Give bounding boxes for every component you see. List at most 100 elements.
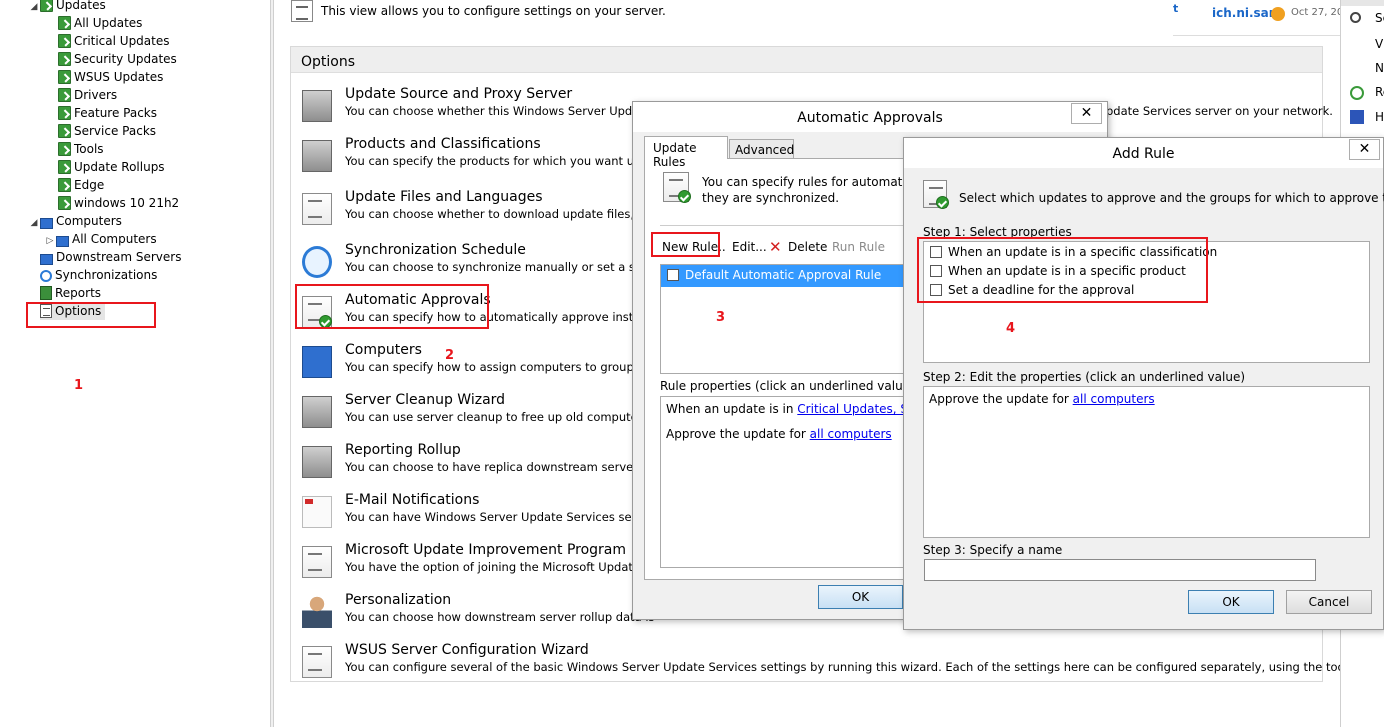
cancel-button[interactable]: Cancel [1286, 590, 1372, 614]
option-description: You can specify how to assign computers … [345, 360, 644, 374]
sync-icon [40, 270, 52, 282]
highlight-new-rule [651, 232, 720, 257]
check-icon [678, 190, 691, 203]
option-title[interactable]: Personalization [345, 592, 451, 608]
option-title[interactable]: Update Source and Proxy Server [345, 86, 572, 102]
rule-name-input[interactable] [924, 559, 1316, 581]
highlight-automatic-approvals [295, 284, 489, 329]
annotation-3: 3 [716, 310, 726, 325]
search-icon [1350, 12, 1361, 23]
tree-item-updates[interactable]: ◢ Updates [28, 0, 106, 14]
tree-item-synchronizations[interactable]: Synchronizations [40, 266, 157, 284]
dialog-title: Add Rule [904, 138, 1383, 168]
tree-item-downstream-servers[interactable]: Downstream Servers [40, 248, 181, 266]
option-title[interactable]: Update Files and Languages [345, 189, 543, 205]
sync-schedule-icon [302, 246, 332, 278]
tree-item-all-updates[interactable]: All Updates [58, 14, 142, 32]
option-description: You can choose how downstream server rol… [345, 610, 655, 624]
add-rule-dialog: Add Rule ✕ Select which updates to appro… [903, 137, 1384, 630]
annotation-1: 1 [74, 378, 84, 393]
close-icon[interactable]: ✕ [1349, 139, 1380, 160]
tree-item-edge[interactable]: Edge [58, 176, 104, 194]
computers-icon [40, 218, 53, 229]
email-icon [302, 496, 332, 528]
tree-item-service-packs[interactable]: Service Packs [58, 122, 156, 140]
navigation-tree: ◢ Updates All Updates Critical Updates Se… [0, 0, 270, 727]
option-description-tail: pdate Services server on your network. [1106, 104, 1333, 118]
snippet-username[interactable]: ich.ni.san [1212, 6, 1277, 20]
update-icon [58, 196, 71, 210]
option-title[interactable]: Synchronization Schedule [345, 242, 526, 258]
verified-badge-icon [1271, 7, 1285, 21]
close-icon[interactable]: ✕ [1071, 103, 1102, 124]
improvement-program-icon [302, 546, 332, 578]
cleanup-icon [302, 396, 332, 428]
delete-icon: ✕ [769, 238, 782, 256]
collapse-icon[interactable]: ◢ [28, 0, 40, 16]
annotation-4: 4 [1006, 321, 1016, 336]
option-title[interactable]: Microsoft Update Improvement Program [345, 542, 626, 558]
actions-header [1341, 0, 1384, 6]
delete-button[interactable]: Delete [788, 240, 827, 254]
update-icon [58, 88, 71, 102]
update-icon [58, 52, 71, 66]
snippet-fragment: t [1173, 2, 1179, 15]
wizard-icon [302, 646, 332, 678]
rule-property-line-2: Approve the update for all computers [666, 427, 892, 441]
add-rule-intro: Select which updates to approve and the … [959, 191, 1384, 205]
tree-item-drivers[interactable]: Drivers [58, 86, 117, 104]
option-title[interactable]: E-Mail Notifications [345, 492, 479, 508]
tree-item-update-rollups[interactable]: Update Rollups [58, 158, 165, 176]
edit-button[interactable]: Edit... [732, 240, 767, 254]
tree-item-feature-packs[interactable]: Feature Packs [58, 104, 157, 122]
option-title[interactable]: Reporting Rollup [345, 442, 461, 458]
tree-item-windows10[interactable]: windows 10 21h2 [58, 194, 179, 212]
option-title[interactable]: WSUS Server Configuration Wizard [345, 642, 589, 658]
action-new-window[interactable]: N [1375, 61, 1384, 75]
computers-link[interactable]: all computers [810, 427, 892, 441]
tree-item-critical-updates[interactable]: Critical Updates [58, 32, 170, 50]
option-title[interactable]: Server Cleanup Wizard [345, 392, 505, 408]
rules-icon [663, 172, 691, 203]
server-proxy-icon [302, 90, 332, 122]
updates-icon [40, 0, 53, 12]
rule-enabled-checkbox[interactable] [667, 269, 679, 281]
collapse-icon[interactable]: ◢ [28, 214, 40, 232]
update-icon [58, 106, 71, 120]
tab-update-rules[interactable]: Update Rules [644, 136, 728, 169]
ok-button[interactable]: OK [818, 585, 903, 609]
step2-label: Step 2: Edit the properties (click an un… [923, 370, 1246, 384]
highlight-options [26, 302, 156, 328]
action-help[interactable]: H [1375, 110, 1384, 124]
option-description: You have the option of joining the Micro… [345, 560, 655, 574]
run-rule-button: Run Rule [832, 240, 885, 254]
tree-item-wsus-updates[interactable]: WSUS Updates [58, 68, 163, 86]
options-header-icon [291, 0, 313, 22]
help-icon [1350, 110, 1364, 124]
rule-property-line-1: When an update is in Critical Updates, S… [666, 402, 943, 416]
option-config-wizard[interactable]: WSUS Server Configuration Wizard You can… [300, 642, 1384, 686]
update-icon [58, 160, 71, 174]
update-icon [58, 16, 71, 30]
tree-item-all-computers[interactable]: ▷ All Computers [44, 230, 157, 248]
computers-link[interactable]: all computers [1073, 392, 1155, 406]
action-search[interactable]: Se [1375, 11, 1384, 25]
option-title[interactable]: Products and Classifications [345, 136, 541, 152]
tree-item-reports[interactable]: Reports [40, 284, 101, 302]
intro-line-2: they are synchronized. [702, 191, 840, 205]
pane-splitter[interactable] [270, 0, 274, 727]
ok-button[interactable]: OK [1188, 590, 1274, 614]
option-description: You can configure several of the basic W… [345, 660, 1384, 674]
edit-properties-box [923, 386, 1370, 538]
action-refresh[interactable]: Re [1375, 85, 1384, 99]
option-description: You can choose to synchronize manually o… [345, 260, 663, 274]
option-description: You can specify the products for which y… [345, 154, 656, 168]
rules-icon [923, 180, 949, 209]
tree-item-tools[interactable]: Tools [58, 140, 104, 158]
action-view[interactable]: Vi [1375, 37, 1384, 51]
option-title[interactable]: Computers [345, 342, 422, 358]
tree-item-security-updates[interactable]: Security Updates [58, 50, 177, 68]
tab-advanced[interactable]: Advanced [729, 139, 794, 159]
step3-label: Step 3: Specify a name [923, 543, 1063, 557]
tree-item-computers[interactable]: ◢ Computers [28, 212, 122, 230]
